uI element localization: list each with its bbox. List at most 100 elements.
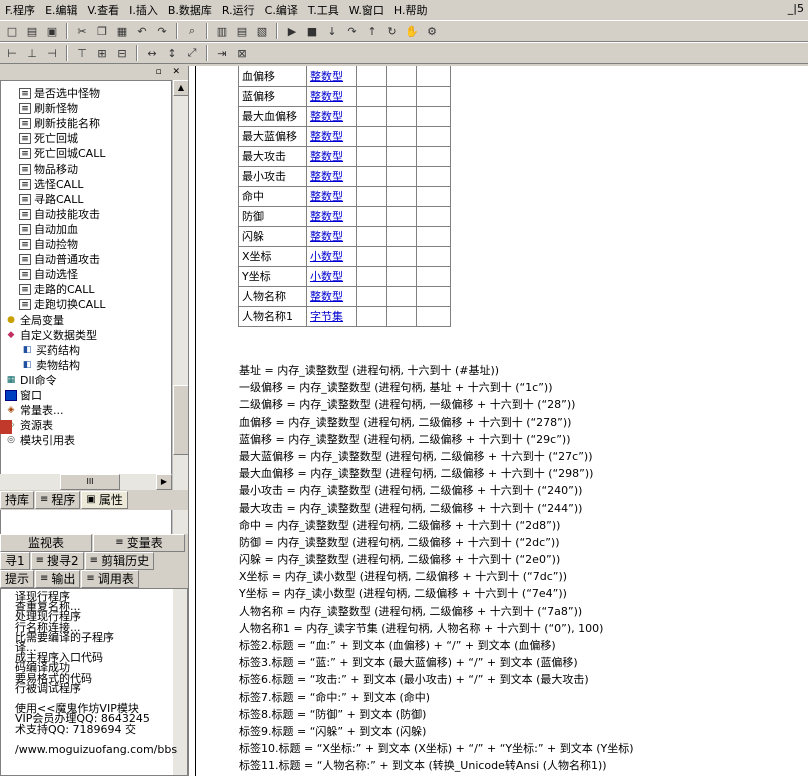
window3-icon[interactable]: ▧ (254, 23, 270, 39)
code-line[interactable]: 基址 = 内存_读整数型 (进程句柄, 十六到十 (#基址)) (239, 362, 634, 379)
code-line[interactable]: 人物名称 = 内存_读整数型 (进程句柄, 二级偏移 + 十六到十 (“7a8”… (239, 603, 634, 620)
tree-horizontal-scrollbar[interactable]: III ▶ (0, 474, 172, 490)
align-center-icon[interactable]: ⊥ (24, 45, 40, 61)
tree-item[interactable]: ≡ 自动选怪 (19, 267, 78, 282)
stop-icon[interactable]: ■ (304, 23, 320, 39)
same-height-icon[interactable]: ↕ (164, 45, 180, 61)
new-icon[interactable]: □ (4, 23, 20, 39)
var-cell[interactable] (356, 205, 387, 227)
tree-item[interactable]: 窗口 (5, 388, 42, 403)
var-cell[interactable] (416, 285, 451, 307)
tab-out-tabs-1[interactable]: ≡ 输出 (35, 570, 81, 588)
menu-2[interactable]: V.查看 (83, 2, 125, 18)
tab-mon-tabs-1[interactable]: ≡ 变量表 (93, 534, 185, 552)
code-line[interactable]: 一级偏移 = 内存_读整数型 (进程句柄, 基址 + 十六到十 (“1c”)) (239, 379, 634, 396)
align-top-icon[interactable]: ⊤ (74, 45, 90, 61)
same-size-icon[interactable]: ⤢ (184, 45, 200, 61)
copy-icon[interactable]: ❐ (94, 23, 110, 39)
paste-icon[interactable]: ▦ (114, 23, 130, 39)
var-cell[interactable] (356, 285, 387, 307)
same-width-icon[interactable]: ↔ (144, 45, 160, 61)
var-type[interactable]: 整数型 (306, 205, 357, 227)
var-name[interactable]: 人物名称1 (238, 305, 307, 327)
step-over-icon[interactable]: ↷ (344, 23, 360, 39)
tree-item[interactable]: ▦ Dll命令 (5, 373, 57, 388)
window1-icon[interactable]: ▥ (214, 23, 230, 39)
output-pane[interactable]: 译现行程序 查重复名称... 处理现行程序 行名称连接... 比需要编译的子程序 译...… (0, 588, 188, 776)
tree-item[interactable]: ≡ 自动技能攻击 (19, 207, 100, 222)
tree-item[interactable]: ◧ 买药结构 (21, 343, 80, 358)
var-type[interactable]: 整数型 (306, 105, 357, 127)
var-name[interactable]: 防御 (238, 205, 307, 227)
var-cell[interactable] (356, 305, 387, 327)
tree-vertical-scrollbar[interactable]: ▲ (172, 80, 189, 556)
var-name[interactable]: 血偏移 (238, 66, 307, 87)
redo-icon[interactable]: ↷ (154, 23, 170, 39)
tree-item[interactable]: ≡ 刷新怪物 (19, 101, 78, 116)
var-name[interactable]: 最大蓝偏移 (238, 125, 307, 147)
var-cell[interactable] (416, 105, 451, 127)
var-name[interactable]: X坐标 (238, 245, 307, 267)
var-cell[interactable] (386, 185, 417, 207)
var-type[interactable]: 整数型 (306, 145, 357, 167)
window2-icon[interactable]: ▤ (234, 23, 250, 39)
code-line[interactable]: 最大血偏移 = 内存_读整数型 (进程句柄, 二级偏移 + 十六到十 (“298… (239, 465, 634, 482)
var-type[interactable]: 整数型 (306, 85, 357, 107)
tree-item[interactable]: ◈ 常量表... (5, 403, 64, 418)
code-line[interactable]: 最大攻击 = 内存_读整数型 (进程句柄, 二级偏移 + 十六到十 (“244”… (239, 500, 634, 517)
menu-9[interactable]: H.帮助 (389, 2, 433, 18)
var-cell[interactable] (416, 125, 451, 147)
code-line[interactable]: 标签7.标题 = “命中:” + 到文本 (命中) (239, 689, 634, 706)
code-line[interactable]: 闪躲 = 内存_读整数型 (进程句柄, 二级偏移 + 十六到十 (“2e0”)) (239, 551, 634, 568)
tree-item[interactable]: ◎ 模块引用表 (5, 433, 75, 448)
var-cell[interactable] (356, 245, 387, 267)
step-out-icon[interactable]: ↑ (364, 23, 380, 39)
menu-5[interactable]: R.运行 (217, 2, 260, 18)
tree-item[interactable]: ≡ 死亡回城CALL (19, 146, 105, 161)
tree-item[interactable]: ≡ 是否选中怪物 (19, 86, 100, 101)
var-cell[interactable] (386, 245, 417, 267)
menu-6[interactable]: C.编译 (260, 2, 303, 18)
var-type[interactable]: 整数型 (306, 165, 357, 187)
code-line[interactable]: 防御 = 内存_读整数型 (进程句柄, 二级偏移 + 十六到十 (“2dc”)) (239, 534, 634, 551)
menu-8[interactable]: W.窗口 (344, 2, 389, 18)
code-line[interactable]: 最大蓝偏移 = 内存_读整数型 (进程句柄, 二级偏移 + 十六到十 (“27c… (239, 448, 634, 465)
var-cell[interactable] (416, 85, 451, 107)
tab-mon-tabs-0[interactable]: 监视表 (0, 534, 92, 552)
var-cell[interactable] (356, 66, 387, 87)
menu-1[interactable]: E.编辑 (40, 2, 82, 18)
tree-item[interactable]: ≡ 自动加血 (19, 222, 78, 237)
align-left-icon[interactable]: ⊢ (4, 45, 20, 61)
tree-item[interactable]: ≡ 自动普通攻击 (19, 252, 100, 267)
var-cell[interactable] (356, 105, 387, 127)
code-line[interactable]: 标签6.标题 = “攻击:” + 到文本 (最小攻击) + “/” + 到文本 … (239, 671, 634, 688)
var-cell[interactable] (416, 205, 451, 227)
open-icon[interactable]: ▤ (24, 23, 40, 39)
code-line[interactable]: 标签3.标题 = “蓝:” + 到文本 (最大蓝偏移) + “/” + 到文本 … (239, 654, 634, 671)
code-block[interactable]: 基址 = 内存_读整数型 (进程句柄, 十六到十 (#基址)) 一级偏移 = 内存… (239, 362, 634, 775)
var-type[interactable]: 整数型 (306, 285, 357, 307)
lock-icon[interactable]: ⊠ (234, 45, 250, 61)
save-icon[interactable]: ▣ (44, 23, 60, 39)
tree-item[interactable]: ≡ 死亡回城 (19, 131, 78, 146)
var-name[interactable]: Y坐标 (238, 265, 307, 287)
var-cell[interactable] (386, 85, 417, 107)
var-type[interactable]: 小数型 (306, 265, 357, 287)
tree-item[interactable]: ≡ 走路的CALL (19, 282, 94, 297)
menu-0[interactable]: F.程序 (0, 2, 40, 18)
code-line[interactable]: 标签8.标题 = “防御” + 到文本 (防御) (239, 706, 634, 723)
var-type[interactable]: 整数型 (306, 185, 357, 207)
tree-item[interactable]: ≡ 自动捡物 (19, 237, 78, 252)
step-run-icon[interactable]: ↻ (384, 23, 400, 39)
menu-7[interactable]: T.工具 (303, 2, 344, 18)
debug-icon[interactable]: ⚙ (424, 23, 440, 39)
var-name[interactable]: 最大攻击 (238, 145, 307, 167)
align-mid-icon[interactable]: ⊞ (94, 45, 110, 61)
var-name[interactable]: 最大血偏移 (238, 105, 307, 127)
align-right-icon[interactable]: ⊣ (44, 45, 60, 61)
var-cell[interactable] (386, 125, 417, 147)
code-line[interactable]: 蓝偏移 = 内存_读整数型 (进程句柄, 二级偏移 + 十六到十 (“29c”)… (239, 431, 634, 448)
var-name[interactable]: 人物名称 (238, 285, 307, 307)
var-cell[interactable] (416, 185, 451, 207)
var-cell[interactable] (386, 225, 417, 247)
